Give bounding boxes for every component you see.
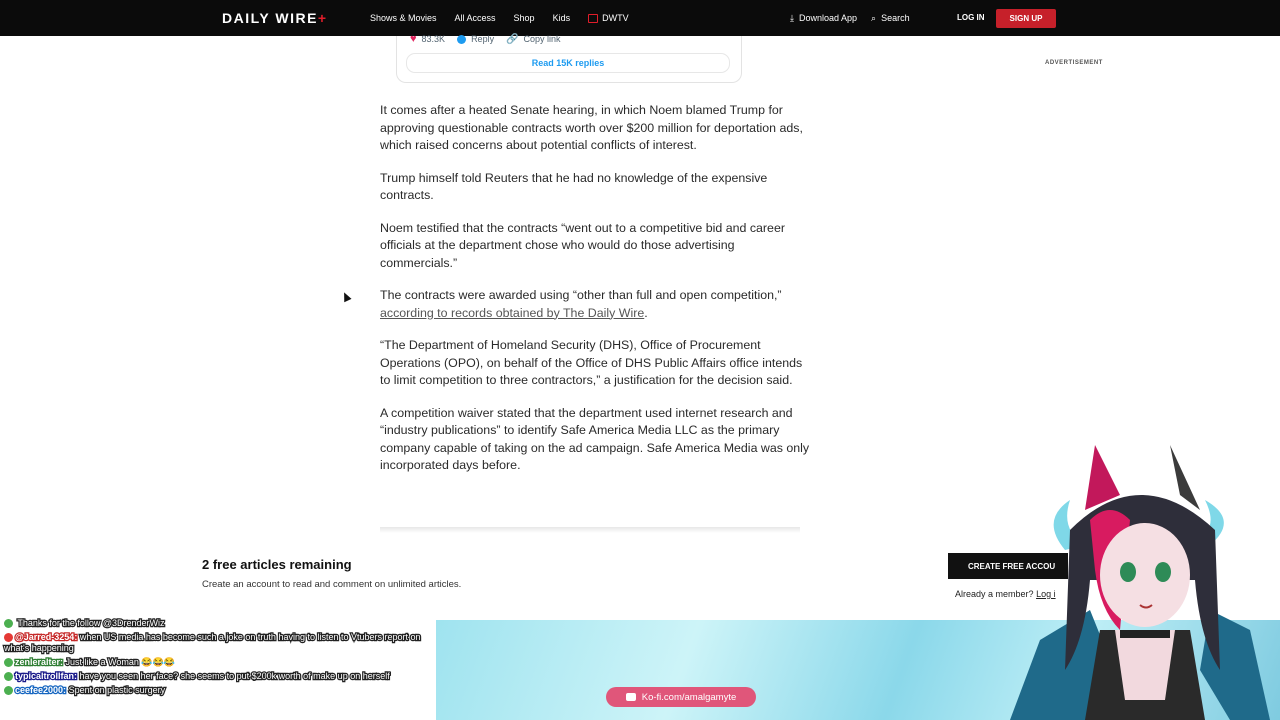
chat-message: ceefee2000: Spent on plastic surgery (0, 684, 436, 697)
download-label: Download App (798, 13, 858, 23)
chat-text: have you seen her face? she seems to put… (78, 670, 391, 683)
search-button[interactable]: ⌕ Search (871, 13, 910, 24)
article-paragraph: Noem testified that the contracts “went … (380, 220, 785, 270)
copy-link-label: Copy link (523, 34, 561, 44)
chat-text: Just like a Woman 😂😂😂 (64, 656, 176, 669)
nav-kids[interactable]: Kids (553, 13, 571, 23)
chat-user: typicaltrollfan: (14, 670, 79, 683)
article-paragraph: A competition waiver stated that the dep… (380, 405, 810, 473)
reply-label: Reply (471, 34, 495, 44)
kofi-link[interactable]: Ko-fi.com/amalgamyte (606, 687, 756, 707)
neck-chest (1115, 630, 1175, 700)
kofi-cup-icon (625, 693, 636, 701)
link-icon: 🔗 (506, 33, 519, 45)
mouse-cursor-icon (340, 290, 352, 303)
eye-left (1120, 562, 1136, 582)
like-count: 83.3K (421, 34, 446, 44)
paywall-subtitle: Create an account to read and comment on… (202, 579, 462, 590)
badge-icon (4, 619, 13, 629)
article-body: It comes after a heated Senate hearing, … (380, 102, 810, 490)
chat-message: Thanks for the follow @3DrenderWiz (0, 618, 436, 629)
chat-message: @Jarred-3254: when US media has become s… (0, 631, 436, 655)
records-link[interactable]: according to records obtained by The Dai… (380, 306, 644, 320)
chat-text: Thanks for the follow @3DrenderWiz (16, 618, 166, 629)
nav-all-access[interactable]: All Access (455, 13, 496, 23)
chat-message: zenleralter: Just like a Woman 😂😂😂 (0, 656, 436, 669)
vtuber-avatar (1010, 445, 1270, 720)
nav-dwtv[interactable]: DWTV (588, 13, 629, 23)
dwtv-label: DWTV (602, 13, 629, 23)
search-icon: ⌕ (871, 12, 877, 23)
chat-message: typicaltrollfan: have you seen her face?… (0, 670, 436, 683)
badge-icon (4, 633, 13, 643)
choker (1120, 630, 1170, 638)
login-button[interactable]: LOG IN (957, 13, 985, 22)
article-paragraph: The contracts were awarded using “other … (380, 287, 810, 322)
advertisement-label: ADVERTISEMENT (1045, 60, 1103, 66)
badge-icon (4, 658, 13, 668)
paragraph-text: The contracts were awarded using “other … (380, 288, 782, 302)
paragraph-end: . (644, 305, 648, 320)
chat-text: Spent on plastic surgery (67, 684, 166, 697)
nav-shows-movies[interactable]: Shows & Movies (370, 13, 437, 23)
chat-user: ceefee2000: (14, 684, 68, 697)
article-paragraph: It comes after a heated Senate hearing, … (380, 103, 803, 152)
signup-button[interactable]: SIGN UP (996, 9, 1056, 28)
tweet-like-button[interactable]: ♥ 83.3K (410, 33, 445, 45)
article-paragraph: Trump himself told Reuters that he had n… (380, 170, 768, 203)
eye-right (1155, 562, 1171, 582)
top-navigation: DAILY WIRE+ Shows & Movies All Access Sh… (0, 0, 1280, 36)
heart-icon: ♥ (410, 33, 417, 45)
read-replies-button[interactable]: Read 15K replies (406, 53, 730, 73)
logo-text: DAILY WIRE (222, 10, 318, 26)
nav-shop[interactable]: Shop (514, 13, 535, 23)
faded-text (380, 527, 800, 533)
article-paragraph: “The Department of Homeland Security (DH… (380, 338, 803, 387)
logo-plus: + (317, 10, 328, 26)
tv-icon (588, 13, 599, 23)
search-label: Search (881, 13, 910, 23)
badge-icon (4, 672, 13, 682)
download-icon: ⤓ (790, 12, 794, 23)
tweet-copy-link-button[interactable]: 🔗 Copy link (506, 34, 560, 45)
face (1100, 523, 1190, 627)
tweet-reply-button[interactable]: Reply (457, 34, 494, 44)
stream-chat: Thanks for the follow @3DrenderWiz @Jarr… (0, 618, 436, 720)
right-nav: ⤓ Download App ⌕ Search (790, 0, 910, 36)
download-app-button[interactable]: ⤓ Download App (790, 13, 857, 24)
chat-user: zenleralter: (14, 656, 65, 669)
tweet-actions: ♥ 83.3K Reply 🔗 Copy link (410, 33, 561, 45)
main-nav: Shows & Movies All Access Shop Kids DWTV (370, 0, 629, 36)
chat-user: @Jarred-3254: (14, 631, 79, 644)
ear-right (1170, 445, 1200, 510)
kofi-label: Ko-fi.com/amalgamyte (641, 691, 737, 703)
badge-icon (4, 686, 13, 696)
paywall-title: 2 free articles remaining (202, 557, 352, 572)
reply-icon (457, 34, 467, 44)
daily-wire-logo[interactable]: DAILY WIRE+ (222, 10, 328, 26)
